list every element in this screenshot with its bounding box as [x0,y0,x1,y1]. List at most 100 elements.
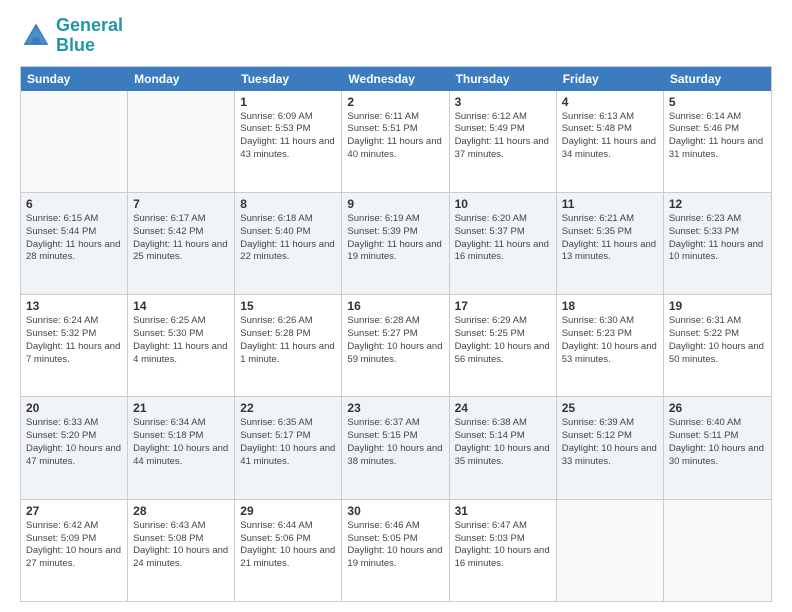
day-info: Sunrise: 6:09 AM Sunset: 5:53 PM Dayligh… [240,111,336,162]
calendar-cell: 20Sunrise: 6:33 AM Sunset: 5:20 PM Dayli… [21,397,128,498]
calendar-cell: 31 Sunrise: 6:47 AM Sunset: 5:03 PM Dayli… [450,500,557,601]
calendar-row: 20Sunrise: 6:33 AM Sunset: 5:20 PM Dayli… [21,397,771,499]
calendar-cell: 1 Sunrise: 6:09 AM Sunset: 5:53 PM Daylig… [235,91,342,192]
day-info: Sunrise: 6:23 AM Sunset: 5:33 PM Dayligh… [669,213,766,264]
calendar-header: SundayMondayTuesdayWednesdayThursdayFrid… [21,67,771,91]
day-number: 2 [347,95,443,109]
day-info: Sunrise: 6:38 AM Sunset: 5:14 PM Dayligh… [455,417,551,468]
calendar-cell: 2 Sunrise: 6:11 AM Sunset: 5:51 PM Daylig… [342,91,449,192]
day-number: 14 [133,299,229,313]
day-number: 5 [669,95,766,109]
day-number: 27 [26,504,122,518]
day-info: Sunrise: 6:24 AM Sunset: 5:32 PM Dayligh… [26,315,122,366]
day-number: 22 [240,401,336,415]
calendar-cell: 18 Sunrise: 6:30 AM Sunset: 5:23 PM Dayli… [557,295,664,396]
day-number: 19 [669,299,766,313]
day-info: Sunrise: 6:18 AM Sunset: 5:40 PM Dayligh… [240,213,336,264]
day-number: 16 [347,299,443,313]
calendar-cell [557,500,664,601]
day-number: 25 [562,401,658,415]
day-info: Sunrise: 6:31 AM Sunset: 5:22 PM Dayligh… [669,315,766,366]
calendar-cell: 30 Sunrise: 6:46 AM Sunset: 5:05 PM Dayli… [342,500,449,601]
day-number: 31 [455,504,551,518]
calendar-body: 1 Sunrise: 6:09 AM Sunset: 5:53 PM Daylig… [21,91,771,601]
day-info: Sunrise: 6:43 AM Sunset: 5:08 PM Dayligh… [133,520,229,571]
calendar-row: 6 Sunrise: 6:15 AM Sunset: 5:44 PM Daylig… [21,193,771,295]
day-info: Sunrise: 6:39 AM Sunset: 5:12 PM Dayligh… [562,417,658,468]
day-info: Sunrise: 6:25 AM Sunset: 5:30 PM Dayligh… [133,315,229,366]
calendar-cell: 6 Sunrise: 6:15 AM Sunset: 5:44 PM Daylig… [21,193,128,294]
calendar-cell [21,91,128,192]
calendar-cell: 23 Sunrise: 6:37 AM Sunset: 5:15 PM Dayli… [342,397,449,498]
day-info: Sunrise: 6:20 AM Sunset: 5:37 PM Dayligh… [455,213,551,264]
day-number: 29 [240,504,336,518]
day-number: 12 [669,197,766,211]
calendar-cell: 3 Sunrise: 6:12 AM Sunset: 5:49 PM Daylig… [450,91,557,192]
calendar: SundayMondayTuesdayWednesdayThursdayFrid… [20,66,772,602]
calendar-cell [664,500,771,601]
day-info: Sunrise: 6:44 AM Sunset: 5:06 PM Dayligh… [240,520,336,571]
day-info: Sunrise: 6:15 AM Sunset: 5:44 PM Dayligh… [26,213,122,264]
calendar-cell: 25 Sunrise: 6:39 AM Sunset: 5:12 PM Dayli… [557,397,664,498]
calendar-cell: 15 Sunrise: 6:26 AM Sunset: 5:28 PM Dayli… [235,295,342,396]
weekday-header: Wednesday [342,67,449,91]
day-info: Sunrise: 6:40 AM Sunset: 5:11 PM Dayligh… [669,417,766,468]
calendar-cell: 10Sunrise: 6:20 AM Sunset: 5:37 PM Dayli… [450,193,557,294]
day-number: 24 [455,401,551,415]
day-info: Sunrise: 6:19 AM Sunset: 5:39 PM Dayligh… [347,213,443,264]
day-info: Sunrise: 6:12 AM Sunset: 5:49 PM Dayligh… [455,111,551,162]
day-info: Sunrise: 6:37 AM Sunset: 5:15 PM Dayligh… [347,417,443,468]
weekday-header: Saturday [664,67,771,91]
calendar-cell [128,91,235,192]
calendar-row: 27 Sunrise: 6:42 AM Sunset: 5:09 PM Dayli… [21,500,771,601]
logo-icon [20,20,52,52]
day-number: 30 [347,504,443,518]
calendar-cell: 22Sunrise: 6:35 AM Sunset: 5:17 PM Dayli… [235,397,342,498]
day-number: 9 [347,197,443,211]
calendar-cell: 27 Sunrise: 6:42 AM Sunset: 5:09 PM Dayli… [21,500,128,601]
day-number: 4 [562,95,658,109]
day-number: 3 [455,95,551,109]
day-number: 1 [240,95,336,109]
day-info: Sunrise: 6:46 AM Sunset: 5:05 PM Dayligh… [347,520,443,571]
weekday-header: Tuesday [235,67,342,91]
calendar-cell: 21 Sunrise: 6:34 AM Sunset: 5:18 PM Dayli… [128,397,235,498]
weekday-header: Monday [128,67,235,91]
day-info: Sunrise: 6:26 AM Sunset: 5:28 PM Dayligh… [240,315,336,366]
calendar-cell: 5Sunrise: 6:14 AM Sunset: 5:46 PM Daylig… [664,91,771,192]
day-info: Sunrise: 6:30 AM Sunset: 5:23 PM Dayligh… [562,315,658,366]
day-number: 6 [26,197,122,211]
weekday-header: Friday [557,67,664,91]
day-info: Sunrise: 6:47 AM Sunset: 5:03 PM Dayligh… [455,520,551,571]
day-number: 23 [347,401,443,415]
calendar-cell: 9 Sunrise: 6:19 AM Sunset: 5:39 PM Daylig… [342,193,449,294]
weekday-header: Thursday [450,67,557,91]
day-info: Sunrise: 6:11 AM Sunset: 5:51 PM Dayligh… [347,111,443,162]
day-number: 17 [455,299,551,313]
day-info: Sunrise: 6:29 AM Sunset: 5:25 PM Dayligh… [455,315,551,366]
day-number: 18 [562,299,658,313]
day-info: Sunrise: 6:28 AM Sunset: 5:27 PM Dayligh… [347,315,443,366]
day-info: Sunrise: 6:17 AM Sunset: 5:42 PM Dayligh… [133,213,229,264]
calendar-cell: 4 Sunrise: 6:13 AM Sunset: 5:48 PM Daylig… [557,91,664,192]
weekday-header: Sunday [21,67,128,91]
page: General Blue SundayMondayTuesdayWednesda… [0,0,792,612]
day-number: 7 [133,197,229,211]
day-info: Sunrise: 6:34 AM Sunset: 5:18 PM Dayligh… [133,417,229,468]
calendar-row: 13Sunrise: 6:24 AM Sunset: 5:32 PM Dayli… [21,295,771,397]
calendar-cell: 16 Sunrise: 6:28 AM Sunset: 5:27 PM Dayli… [342,295,449,396]
calendar-cell: 13Sunrise: 6:24 AM Sunset: 5:32 PM Dayli… [21,295,128,396]
day-info: Sunrise: 6:13 AM Sunset: 5:48 PM Dayligh… [562,111,658,162]
calendar-cell: 19 Sunrise: 6:31 AM Sunset: 5:22 PM Dayli… [664,295,771,396]
logo-text: General Blue [56,16,123,56]
day-number: 20 [26,401,122,415]
calendar-cell: 14 Sunrise: 6:25 AM Sunset: 5:30 PM Dayli… [128,295,235,396]
day-number: 11 [562,197,658,211]
calendar-cell: 28Sunrise: 6:43 AM Sunset: 5:08 PM Dayli… [128,500,235,601]
day-number: 21 [133,401,229,415]
day-number: 26 [669,401,766,415]
day-number: 15 [240,299,336,313]
calendar-cell: 11Sunrise: 6:21 AM Sunset: 5:35 PM Dayli… [557,193,664,294]
day-info: Sunrise: 6:42 AM Sunset: 5:09 PM Dayligh… [26,520,122,571]
calendar-row: 1 Sunrise: 6:09 AM Sunset: 5:53 PM Daylig… [21,91,771,193]
